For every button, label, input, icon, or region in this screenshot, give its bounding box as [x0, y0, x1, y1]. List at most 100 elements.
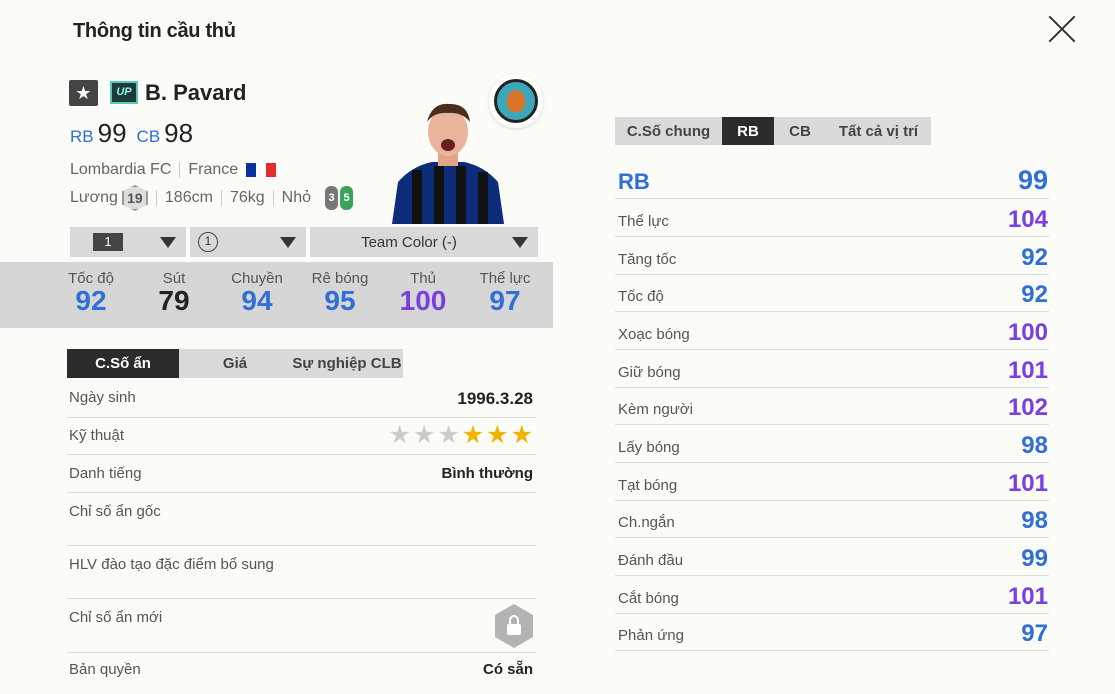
physical-info: Lương 19 186cm 76kg Nhỏ 3 5: [70, 185, 353, 211]
season-badge: UP: [110, 81, 138, 104]
stat-row-label: Kèm người: [618, 401, 693, 418]
enhance-value: 1: [198, 232, 218, 252]
stat-row-label: Đánh đầu: [618, 552, 684, 569]
row-coach-traits: HLV đào tạo đặc điểm bổ sung: [67, 546, 536, 599]
lock-icon: [495, 604, 533, 648]
salary-badge: 19: [121, 185, 148, 211]
page-title: Thông tin cầu thủ: [73, 20, 236, 42]
team-color-dropdown[interactable]: Team Color (-): [310, 227, 538, 257]
stat-row-value: 101: [1007, 470, 1048, 497]
stat-row: Phản ứng 97: [615, 613, 1049, 651]
player-name: B. Pavard: [145, 80, 247, 105]
row-birthdate: Ngày sinh 1996.3.28: [67, 381, 536, 418]
level-dropdown[interactable]: 1: [70, 227, 186, 257]
rating-1: 99: [97, 118, 127, 148]
stat-pace: Tốc độ 92: [56, 270, 126, 317]
row-label: Ngày sinh: [69, 389, 136, 406]
stat-row: Cắt bóng 101: [615, 576, 1049, 614]
stat-value: 92: [75, 285, 107, 316]
nation-name: France: [188, 161, 239, 178]
salary-label: Lương: [70, 189, 118, 206]
stat-row-label: Lấy bóng: [618, 439, 680, 456]
level-value: 1: [93, 233, 123, 251]
stat-row: Xoạc bóng 100: [615, 312, 1049, 350]
tab-hidden-stats[interactable]: C.Số ẩn: [67, 349, 179, 378]
stat-row-label: Xoạc bóng: [618, 326, 690, 343]
row-value: 1996.3.28: [457, 389, 533, 408]
stat-row: Giữ bóng 101: [615, 350, 1049, 388]
right-foot-value: 5: [340, 186, 353, 210]
stat-row-value: 99: [1021, 545, 1048, 572]
row-original-traits: Chỉ số ẩn gốc: [67, 493, 536, 546]
stat-row-label: Giữ bóng: [618, 364, 681, 381]
club-nation-info: Lombardia FC France: [70, 161, 277, 179]
weight: 76kg: [229, 189, 265, 206]
close-icon[interactable]: [1046, 12, 1078, 44]
position-tabs: C.Số chung RB CB Tất cả vị trí: [615, 117, 931, 145]
stat-dribbling: Rê bóng 95: [305, 270, 375, 317]
favorite-star-icon[interactable]: ★: [69, 80, 98, 106]
body-type: Nhỏ: [281, 189, 311, 206]
stat-defending: Thủ 100: [388, 270, 458, 317]
enhance-dropdown[interactable]: 1: [190, 227, 306, 257]
position-value: 99: [1017, 165, 1048, 195]
stat-row-value: 104: [1007, 206, 1048, 233]
rating-2: 98: [164, 118, 194, 148]
stat-row: Thể lực 104: [615, 199, 1049, 237]
row-skill-moves: Kỹ thuật ★ ★ ★ ★ ★ ★: [67, 418, 536, 455]
stat-row-label: Tăng tốc: [618, 251, 677, 268]
club-name: Lombardia FC: [70, 161, 172, 178]
chevron-down-icon: [160, 237, 176, 248]
star-empty-icon: ★: [412, 421, 436, 449]
stat-row-label: Ch.ngắn: [618, 514, 675, 531]
left-tabs: C.Số ẩn Giá Sự nghiệp CLB: [67, 349, 403, 378]
stat-row: Đánh đầu 99: [615, 538, 1049, 576]
star-filled-icon: ★: [510, 421, 533, 449]
stat-value: 94: [241, 285, 273, 316]
tab-cb[interactable]: CB: [774, 117, 826, 145]
tab-club-career[interactable]: Sự nghiệp CLB: [291, 349, 403, 378]
row-license: Bản quyền Có sẵn: [67, 653, 536, 691]
stat-row-value: 98: [1021, 432, 1048, 459]
star-empty-icon: ★: [437, 421, 460, 449]
stat-row: Lấy bóng 98: [615, 425, 1049, 463]
stat-row: Tạt bóng 101: [615, 463, 1049, 501]
player-portrait: [392, 100, 504, 224]
position-1: RB: [70, 127, 94, 146]
row-reputation: Danh tiếng Bình thường: [67, 455, 536, 493]
stat-row-label: Cắt bóng: [618, 590, 679, 607]
row-label: Kỹ thuật: [69, 427, 125, 444]
stat-value: 79: [158, 285, 190, 316]
chevron-down-icon: [512, 237, 528, 248]
tab-general-stats[interactable]: C.Số chung: [615, 117, 722, 145]
row-label: Chỉ số ẩn gốc: [69, 503, 161, 520]
stat-row-value: 100: [1007, 319, 1048, 346]
position-overall-row: RB 99: [615, 161, 1049, 199]
tab-all-positions[interactable]: Tất cả vị trí: [826, 117, 931, 145]
height: 186cm: [164, 189, 213, 206]
stat-value: 97: [489, 285, 521, 316]
stat-row-value: 101: [1007, 583, 1048, 610]
chevron-down-icon: [280, 237, 296, 248]
position-2: CB: [136, 127, 161, 146]
stat-row-label: Tạt bóng: [618, 477, 678, 494]
stat-value: 100: [399, 285, 447, 316]
tab-price[interactable]: Giá: [179, 349, 291, 378]
stat-passing: Chuyền 94: [222, 270, 292, 317]
stat-row-value: 98: [1021, 507, 1048, 534]
stat-physical: Thể lực 97: [470, 270, 540, 317]
row-value: Bình thường: [441, 465, 533, 482]
row-label: Danh tiếng: [69, 465, 142, 482]
stat-row-label: Tốc độ: [618, 288, 664, 305]
position-label: RB: [618, 169, 650, 194]
stat-row-value: 102: [1007, 394, 1048, 421]
row-value: Có sẵn: [482, 661, 533, 678]
stat-row: Tăng tốc 92: [615, 237, 1049, 275]
stat-row-label: Phản ứng: [618, 627, 684, 644]
position-ratings: RB 99 CB 98: [70, 118, 193, 149]
main-stats-bar: Tốc độ 92 Sút 79 Chuyền 94 Rê bóng 95 Th…: [0, 262, 553, 328]
stat-row-value: 101: [1007, 357, 1048, 384]
stat-row-value: 97: [1021, 620, 1048, 647]
tab-rb[interactable]: RB: [722, 117, 774, 145]
star-filled-icon: ★: [486, 421, 509, 449]
